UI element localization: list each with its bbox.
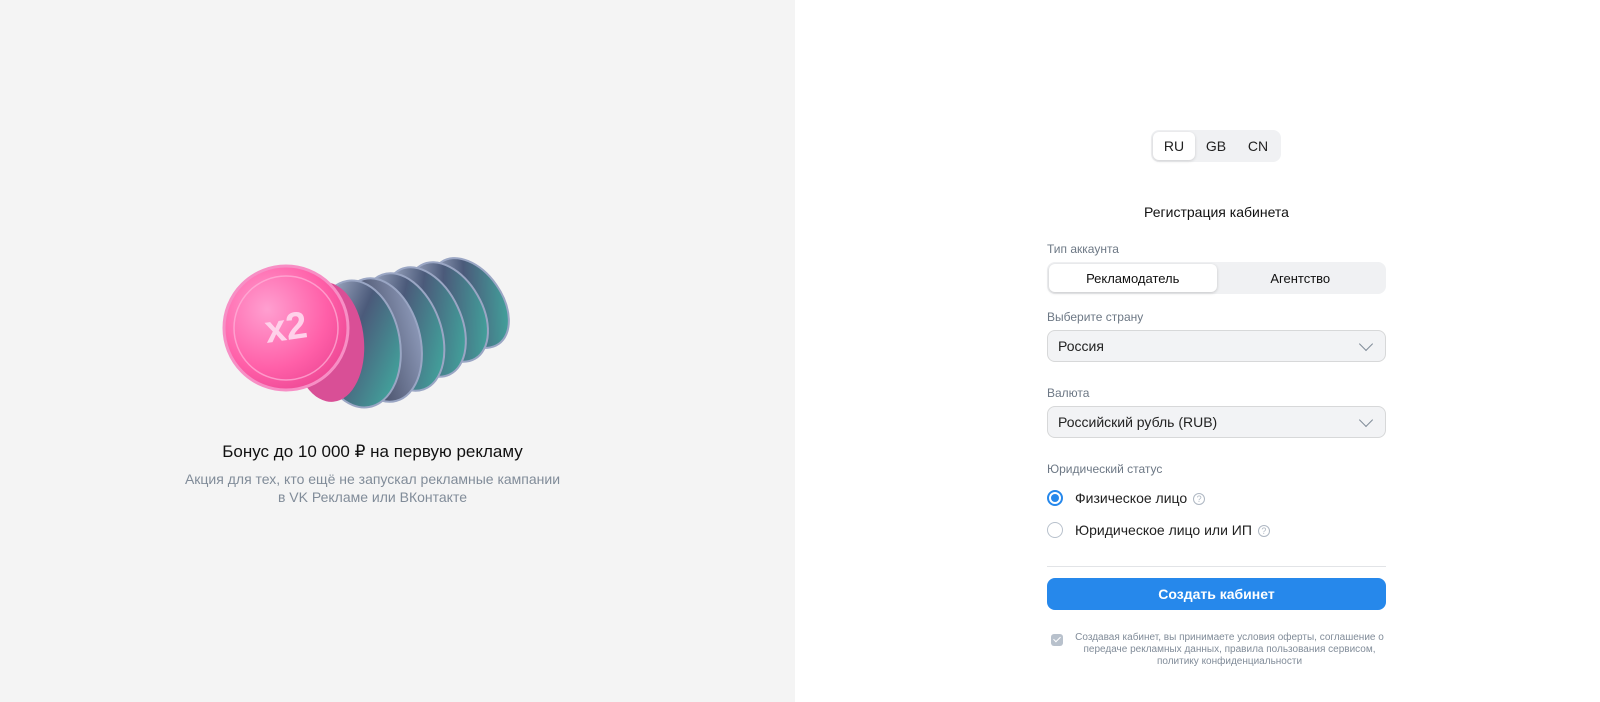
- chevron-down-icon: [1358, 412, 1374, 427]
- chevron-down-icon: [1358, 336, 1374, 351]
- legal-status-individual-label: Физическое лицо: [1075, 490, 1188, 506]
- currency-value: Российский рубль (RUB): [1058, 414, 1218, 430]
- promo-panel: x2 Бонус до 10 000 ₽ на первую рекламу А…: [0, 0, 795, 702]
- consent-text: Создавая кабинет, вы принимаете условия …: [1075, 632, 1384, 667]
- promo-subtitle-line2: в VK Рекламе или ВКонтакте: [277, 489, 467, 505]
- lang-ru-button[interactable]: RU: [1153, 132, 1195, 160]
- question-icon[interactable]: ?: [1193, 493, 1206, 505]
- language-switch: RU GB CN: [1151, 130, 1281, 162]
- promo-subtitle: Акция для тех, кто ещё не запускал рекла…: [0, 470, 745, 506]
- country-value: Россия: [1058, 338, 1104, 354]
- consent-block: Создавая кабинет, вы принимаете условия …: [1051, 632, 1386, 668]
- account-type-segmented: Рекламодатель Агентство: [1047, 262, 1386, 294]
- form-title: Регистрация кабинета: [1144, 204, 1289, 220]
- legal-status-company-label: Юридическое лицо или ИП: [1075, 522, 1252, 538]
- registration-form: RU GB CN Регистрация кабинета Тип аккаун…: [1047, 0, 1386, 702]
- account-type-label: Тип аккаунта: [1047, 242, 1119, 256]
- legal-status-individual[interactable]: Физическое лицо ?: [1047, 490, 1206, 506]
- divider: [1047, 566, 1386, 567]
- lang-gb-button[interactable]: GB: [1195, 132, 1237, 160]
- lang-cn-button[interactable]: CN: [1237, 132, 1279, 160]
- legal-status-company[interactable]: Юридическое лицо или ИП ?: [1047, 522, 1270, 538]
- currency-select[interactable]: Российский рубль (RUB): [1047, 406, 1386, 438]
- radio-unchecked-icon[interactable]: [1047, 522, 1063, 538]
- country-label: Выберите страну: [1047, 310, 1144, 324]
- radio-checked-icon[interactable]: [1047, 490, 1063, 506]
- country-select[interactable]: Россия: [1047, 330, 1386, 362]
- legal-status-label: Юридический статус: [1047, 462, 1163, 476]
- coin-badge-text: x2: [262, 304, 310, 351]
- account-type-agency[interactable]: Агентство: [1217, 264, 1385, 292]
- coins-illustration: x2: [222, 257, 510, 409]
- account-type-advertiser[interactable]: Рекламодатель: [1049, 264, 1217, 292]
- checkbox-checked-icon[interactable]: [1051, 634, 1063, 646]
- promo-subtitle-line1: Акция для тех, кто ещё не запускал рекла…: [184, 471, 561, 487]
- question-icon[interactable]: ?: [1257, 525, 1270, 537]
- create-account-button[interactable]: Создать кабинет: [1047, 578, 1386, 610]
- promo-title: Бонус до 10 000 ₽ на первую рекламу: [222, 442, 523, 461]
- currency-label: Валюта: [1047, 386, 1090, 400]
